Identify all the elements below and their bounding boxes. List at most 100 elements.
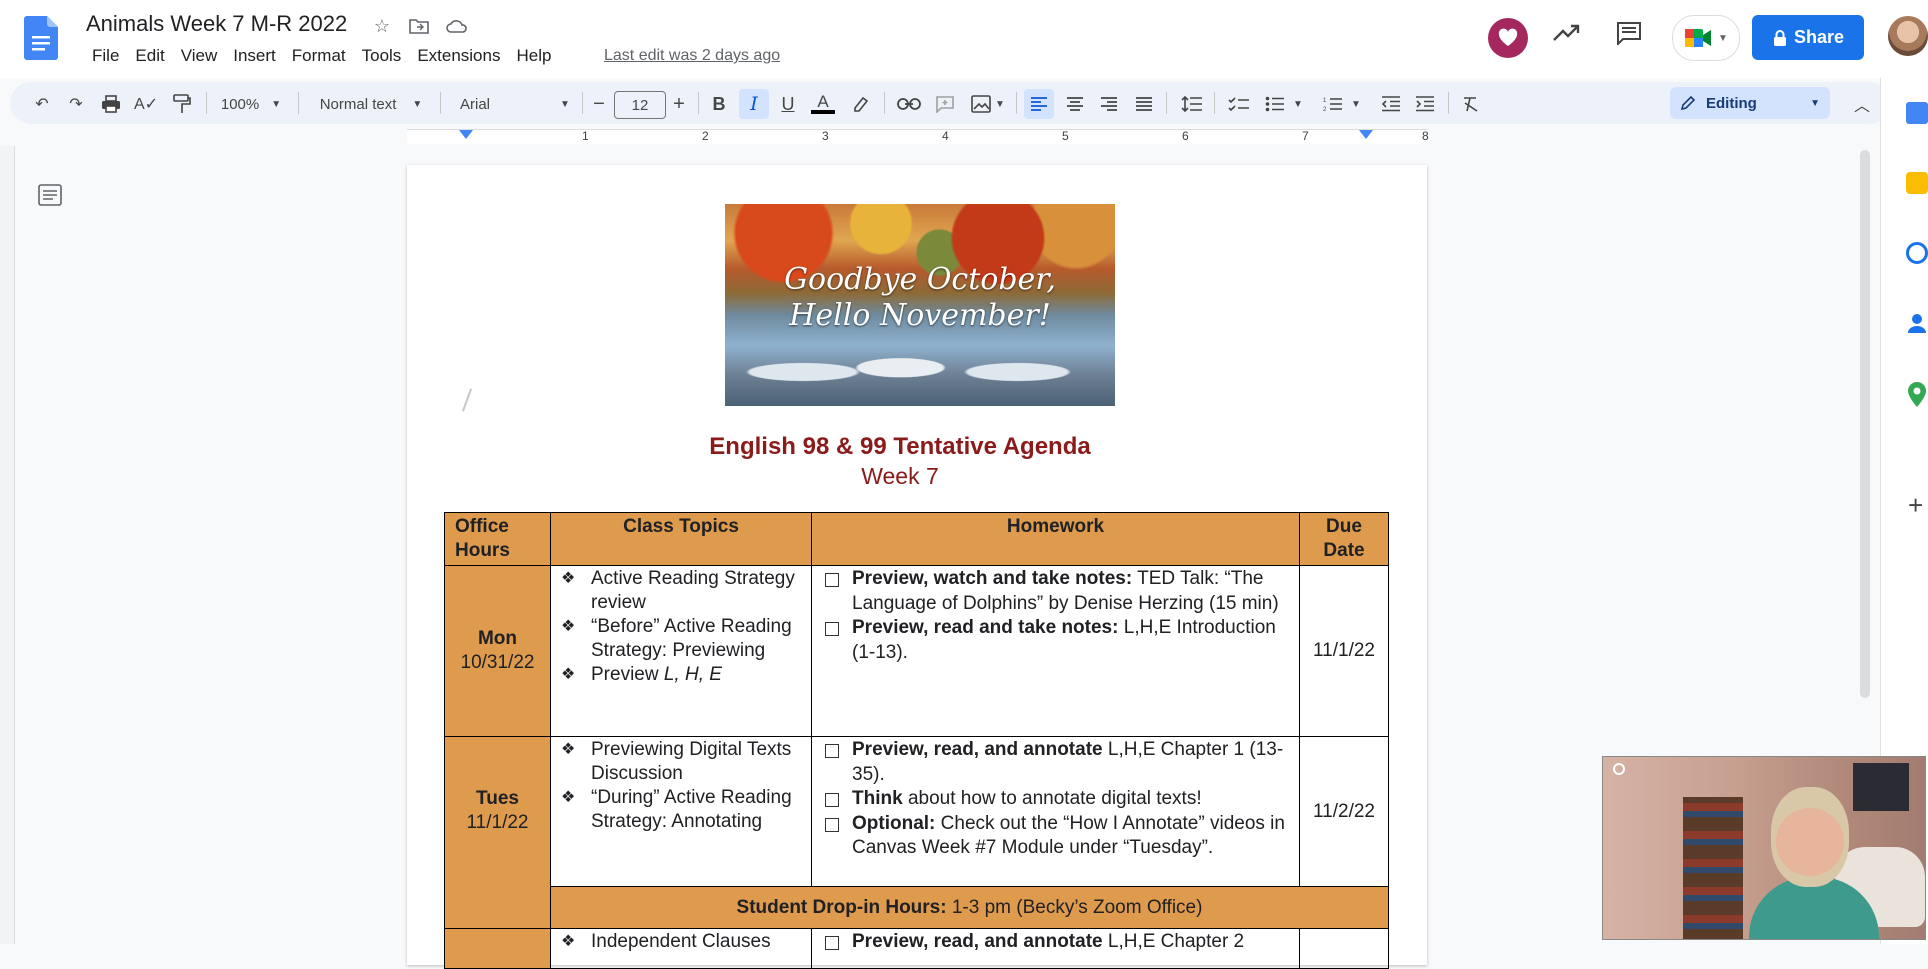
dropin-label: Student Drop-in Hours: (736, 896, 947, 918)
link-icon[interactable] (896, 92, 922, 116)
numbered-list-icon[interactable]: 1 2 ▼ (1318, 92, 1366, 116)
ruler-mark: 8 (1422, 129, 1429, 143)
menu-help[interactable]: Help (508, 46, 559, 66)
justify-icon[interactable] (1131, 92, 1157, 116)
underline-icon[interactable]: U (775, 92, 801, 116)
paint-format-icon[interactable] (170, 92, 194, 116)
pip-camera-icon[interactable] (1613, 763, 1625, 775)
comment-icon[interactable] (1614, 18, 1644, 48)
kebab-heart-icon[interactable] (1488, 18, 1528, 58)
ruler-mark: 6 (1182, 129, 1189, 143)
homework-cell: Preview, watch and take notes: TED Talk:… (811, 565, 1300, 737)
homework-item[interactable]: Preview, watch and take notes: TED Talk:… (812, 567, 1285, 616)
maps-icon[interactable] (1906, 382, 1928, 407)
class-topics-cell: Previewing Digital Texts Discussion “Dur… (550, 736, 812, 887)
homework-item[interactable]: Optional: Check out the “How I Annotate”… (812, 812, 1285, 861)
account-avatar[interactable] (1888, 16, 1928, 56)
font-select[interactable]: Arial ▼ (452, 92, 580, 116)
print-icon[interactable] (99, 92, 123, 116)
redo-icon[interactable]: ↷ (64, 92, 88, 116)
calendar-icon[interactable] (1906, 102, 1928, 124)
font-size-decrease-button[interactable]: − (588, 92, 610, 116)
docs-logo-icon[interactable] (24, 16, 58, 60)
agenda-week: Week 7 (861, 463, 939, 489)
italic-icon[interactable]: I (739, 89, 769, 119)
homework-item-bold: Preview, read, and annotate (852, 739, 1103, 760)
menu-extensions[interactable]: Extensions (409, 46, 508, 66)
indent-decrease-icon[interactable] (1378, 92, 1404, 116)
homework-item[interactable]: Preview, read, and annotate L,H,E Chapte… (812, 738, 1285, 787)
topic-item: Active Reading Strategy review (551, 567, 811, 615)
keep-icon[interactable] (1906, 172, 1928, 194)
image-icon[interactable]: ▼ (968, 92, 1008, 116)
agenda-table: Office Hours Class Topics Homework Due D… (444, 512, 1389, 969)
indent-increase-icon[interactable] (1412, 92, 1438, 116)
agenda-title: English 98 & 99 Tentative Agenda (709, 433, 1091, 460)
office-hours-cell: Tues 11/1/22 (444, 736, 551, 929)
contacts-icon[interactable] (1906, 312, 1928, 334)
bullet-list-icon[interactable]: ▼ (1262, 92, 1306, 116)
align-center-icon[interactable] (1062, 92, 1088, 116)
dropin-text: 1-3 pm (Becky’s Zoom Office) (946, 896, 1203, 918)
spellcheck-icon[interactable]: A✓ (134, 92, 158, 116)
day-label: Mon (477, 628, 518, 649)
share-button[interactable]: Share (1752, 15, 1864, 60)
trending-icon[interactable] (1551, 18, 1581, 48)
menu-edit[interactable]: Edit (127, 46, 172, 66)
pip-person-face (1771, 787, 1849, 887)
editing-mode-select[interactable]: Editing ▼ (1670, 87, 1830, 119)
star-icon[interactable]: ☆ (370, 14, 394, 38)
style-select[interactable]: Normal text ▼ (310, 92, 432, 116)
text-color-icon[interactable]: A (810, 92, 836, 116)
ruler-mark: 5 (1062, 129, 1069, 143)
class-topics-cell: Active Reading Strategy review “Before” … (550, 565, 812, 737)
font-size-increase-button[interactable]: + (668, 92, 690, 116)
menu-format[interactable]: Format (284, 46, 354, 66)
homework-item[interactable]: Think about how to annotate digital text… (812, 787, 1285, 812)
horizontal-ruler[interactable]: 1 2 3 4 5 6 7 8 (0, 126, 1880, 146)
last-edit-link[interactable]: Last edit was 2 days ago (604, 47, 780, 65)
header-office-hours: Office Hours (444, 512, 551, 566)
homework-item[interactable]: Preview, read and take notes: L,H,E Intr… (812, 616, 1285, 665)
add-comment-icon[interactable] (933, 92, 957, 116)
vertical-ruler[interactable] (0, 146, 15, 944)
clear-format-icon[interactable] (1458, 92, 1484, 116)
cloud-icon[interactable] (445, 14, 469, 38)
banner-line-1: Goodbye October, (784, 262, 1056, 297)
left-indent-marker[interactable] (459, 130, 473, 139)
collapse-toolbar-icon[interactable]: ︿ (1850, 92, 1874, 116)
font-size-input[interactable]: 12 (614, 91, 666, 119)
pip-picture (1853, 763, 1909, 811)
font-value: Arial (460, 95, 491, 113)
align-left-icon[interactable] (1024, 89, 1054, 119)
due-date-cell (1299, 928, 1389, 969)
right-indent-marker[interactable] (1359, 130, 1373, 139)
homework-item[interactable]: Preview, read, and annotate L,H,E Chapte… (812, 930, 1299, 955)
homework-item-bold: Preview, read, and annotate (852, 931, 1103, 952)
add-addon-icon[interactable]: + (1908, 490, 1923, 521)
align-right-icon[interactable] (1096, 92, 1122, 116)
zoom-select[interactable]: 100% ▼ (216, 92, 286, 116)
document-title[interactable]: Animals Week 7 M-R 2022 (86, 11, 347, 37)
line-spacing-icon[interactable] (1178, 92, 1206, 116)
highlight-icon[interactable] (848, 92, 872, 116)
office-hours-cell (444, 928, 551, 969)
autumn-banner-image[interactable]: Goodbye October, Hello November! (725, 204, 1115, 406)
tasks-icon[interactable] (1906, 242, 1928, 264)
move-icon[interactable] (407, 14, 431, 38)
menu-insert[interactable]: Insert (225, 46, 284, 66)
undo-icon[interactable]: ↶ (30, 92, 54, 116)
office-hours-cell: Mon 10/31/22 (444, 565, 551, 737)
header-due-date: Due Date (1299, 512, 1389, 566)
checklist-icon[interactable] (1226, 92, 1252, 116)
menu-bar: File Edit View Insert Format Tools Exten… (84, 46, 559, 66)
menu-file[interactable]: File (84, 46, 127, 66)
menu-tools[interactable]: Tools (354, 46, 410, 66)
outline-icon[interactable] (38, 184, 64, 208)
menu-view[interactable]: View (173, 46, 226, 66)
video-call-pip[interactable] (1602, 756, 1926, 940)
bold-icon[interactable]: B (706, 92, 732, 116)
homework-item-bold: Think (852, 788, 903, 809)
meet-icon[interactable]: ▼ (1672, 15, 1740, 61)
vertical-scrollbar[interactable] (1860, 150, 1870, 698)
